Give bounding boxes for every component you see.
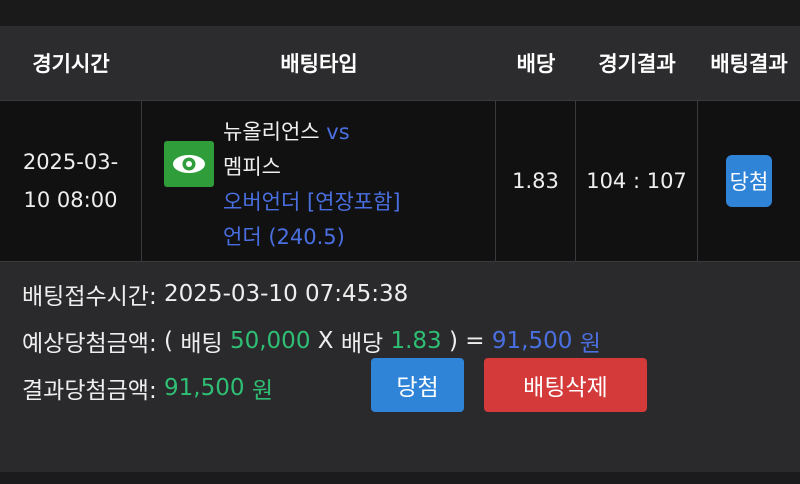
vs-label: vs — [326, 120, 350, 144]
top-strip — [0, 0, 800, 26]
away-team: 멤피스 — [223, 155, 281, 179]
result-won: 원 — [251, 377, 273, 404]
bet-pick: 언더 (240.5) — [223, 225, 345, 249]
game-time-clock: 10 08:00 — [23, 188, 118, 212]
header-odds: 배당 — [516, 52, 556, 76]
header-game-result: 경기결과 — [598, 52, 676, 76]
accept-time-label: 배팅접수시간: — [22, 283, 157, 310]
table-row: 2025-03- 10 08:00 뉴올리언스 vs 멤피스 오버언더 [연장포… — [0, 100, 800, 262]
result-label: 결과당첨금액: — [22, 377, 157, 404]
cell-odds: 1.83 — [496, 101, 576, 261]
eye-icon — [164, 141, 214, 187]
game-time-date: 2025-03- — [22, 150, 119, 174]
table-header: 경기시간 배팅타입 배당 경기결과 배팅결과 — [0, 26, 800, 100]
expected-amount: 91,500 — [491, 327, 573, 354]
cell-bet-result: 당첨 — [698, 101, 800, 261]
summary-odds: 1.83 — [390, 327, 442, 354]
header-bet-result: 배팅결과 — [710, 52, 788, 76]
expected-won: 원 — [579, 330, 601, 357]
odds-word: 배당 — [340, 330, 384, 357]
accept-time-line: 배팅접수시간: 2025-03-10 07:45:38 — [22, 270, 601, 317]
cell-game-time: 2025-03- 10 08:00 — [0, 101, 142, 261]
header-game-time: 경기시간 — [32, 52, 110, 76]
bet-market: 오버언더 [연장포함] — [223, 190, 401, 214]
cell-game-result: 104 : 107 — [576, 101, 698, 261]
bottom-strip — [0, 472, 800, 484]
win-button[interactable]: 당첨 — [371, 358, 464, 412]
home-team: 뉴올리언스 — [223, 120, 320, 144]
accept-time-value: 2025-03-10 07:45:38 — [164, 280, 409, 307]
result-amount: 91,500 — [164, 374, 245, 401]
delete-bet-button[interactable]: 배팅삭제 — [484, 358, 647, 412]
expected-win-line: 예상당첨금액: ( 배팅 50,000 X 배당 1.83 ) = 91,500… — [22, 317, 601, 364]
close-eq: ) = — [449, 327, 485, 354]
expected-label: 예상당첨금액: — [22, 330, 157, 357]
odds-value: 1.83 — [512, 169, 559, 193]
cell-bet-type: 뉴올리언스 vs 멤피스 오버언더 [연장포함] 언더 (240.5) — [142, 101, 496, 261]
bet-amount: 50,000 — [229, 327, 311, 354]
times-sign: X — [317, 327, 334, 354]
open-paren: ( — [164, 327, 174, 354]
bet-word: 배팅 — [180, 330, 223, 357]
result-badge: 당첨 — [726, 155, 772, 207]
header-bet-type: 배팅타입 — [280, 52, 358, 76]
game-score: 104 : 107 — [586, 169, 687, 193]
